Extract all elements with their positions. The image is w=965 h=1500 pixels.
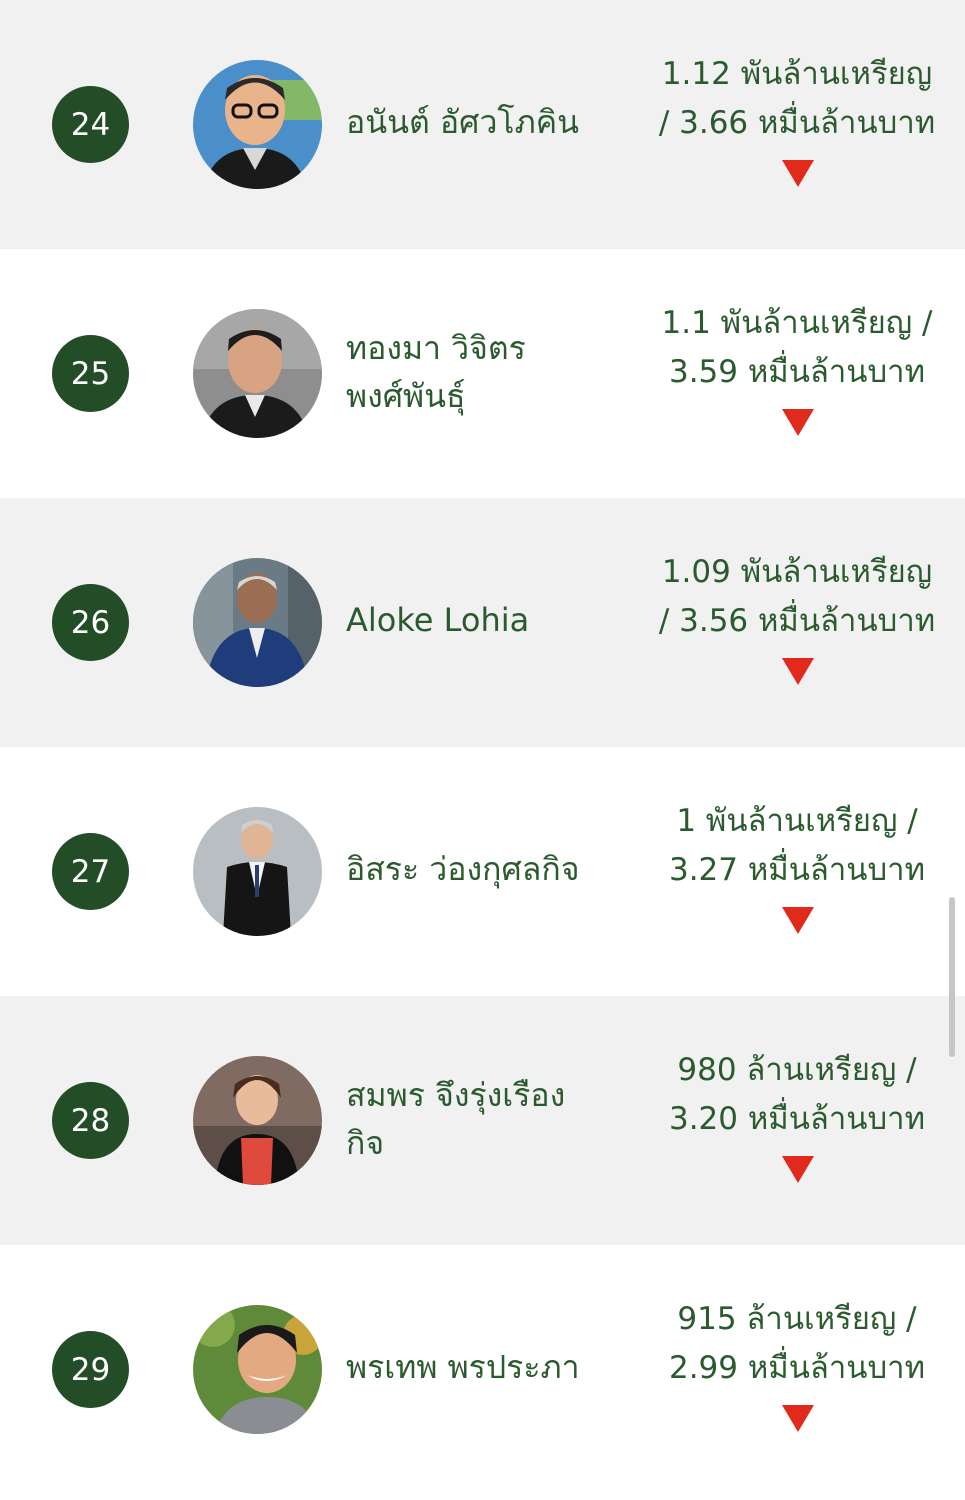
wealth-usd: 915 ล้านเหรียญ / <box>677 1301 917 1337</box>
avatar <box>193 60 322 189</box>
rank-badge: 27 <box>52 833 129 910</box>
person-name-line: พงศ์พันธุ์ <box>346 377 466 415</box>
person-name-line: กิจ <box>346 1124 385 1162</box>
person-name-line: ทองมา วิจิตร <box>346 329 526 367</box>
rank-badge: 29 <box>52 1331 129 1408</box>
triangle-down-icon <box>782 409 814 436</box>
person-name: อิสระ ว่องกุศลกิจ <box>346 845 621 893</box>
wealth-usd: 1 พันล้านเหรียญ / <box>676 803 918 839</box>
avatar <box>193 1056 322 1185</box>
person-name: ทองมา วิจิตร พงศ์พันธุ์ <box>346 324 621 420</box>
avatar <box>193 309 322 438</box>
wealth-value: 1.1 พันล้านเหรียญ / 3.59 หมื่นล้านบาท <box>632 299 962 397</box>
person-name: พรเทพ พรประภา <box>346 1343 621 1391</box>
triangle-down-icon <box>782 907 814 934</box>
wealth-usd: 1.1 พันล้านเหรียญ / <box>661 305 933 341</box>
rank-badge: 25 <box>52 335 129 412</box>
wealth-thb: 2.99 หมื่นล้านบาท <box>668 1350 926 1386</box>
triangle-down-icon <box>782 1156 814 1183</box>
wealth-value: 915 ล้านเหรียญ / 2.99 หมื่นล้านบาท <box>632 1295 962 1393</box>
avatar <box>193 807 322 936</box>
wealth-value: 1 พันล้านเหรียญ / 3.27 หมื่นล้านบาท <box>632 797 962 895</box>
ranking-row: 29 พรเทพ พรประภา 915 ล้านเหรียญ / 2.99 ห… <box>0 1245 965 1494</box>
ranking-row: 27 อิสระ ว่องกุศลกิจ 1 พันล้านเหรียญ / 3… <box>0 747 965 996</box>
person-name: Aloke Lohia <box>346 596 621 644</box>
wealth-thb: 3.59 หมื่นล้านบาท <box>668 354 926 390</box>
person-name: อนันต์ อัศวโภคิน <box>346 98 621 146</box>
ranking-row: 28 สมพร จึงรุ่งเรือง กิจ 980 ล้านเหรียญ … <box>0 996 965 1245</box>
person-name-line: พรเทพ พรประภา <box>346 1348 580 1386</box>
ranking-row: 25 ทองมา วิจิตร พงศ์พันธุ์ 1.1 พันล้านเห… <box>0 249 965 498</box>
wealth-thb: / 3.56 หมื่นล้านบาท <box>658 603 936 639</box>
wealth-usd: 980 ล้านเหรียญ / <box>677 1052 917 1088</box>
rank-badge: 28 <box>52 1082 129 1159</box>
wealth-usd: 1.09 พันล้านเหรียญ <box>661 554 933 590</box>
wealth-thb: 3.20 หมื่นล้านบาท <box>668 1101 926 1137</box>
person-name-line: อนันต์ อัศวโภคิน <box>346 103 579 141</box>
wealth-thb: 3.27 หมื่นล้านบาท <box>668 852 926 888</box>
wealth-thb: / 3.66 หมื่นล้านบาท <box>658 105 936 141</box>
person-name-line: Aloke Lohia <box>346 601 530 639</box>
rank-badge: 26 <box>52 584 129 661</box>
wealth-value: 980 ล้านเหรียญ / 3.20 หมื่นล้านบาท <box>632 1046 962 1144</box>
person-name-line: สมพร จึงรุ่งเรือง <box>346 1076 566 1114</box>
billionaire-ranking-list: 24 อนันต์ อัศวโภคิน 1.12 พันล้านเหรียญ /… <box>0 0 965 1500</box>
person-name: สมพร จึงรุ่งเรือง กิจ <box>346 1071 621 1167</box>
triangle-down-icon <box>782 658 814 685</box>
wealth-value: 1.09 พันล้านเหรียญ / 3.56 หมื่นล้านบาท <box>632 548 962 646</box>
ranking-row: 24 อนันต์ อัศวโภคิน 1.12 พันล้านเหรียญ /… <box>0 0 965 249</box>
wealth-usd: 1.12 พันล้านเหรียญ <box>661 56 933 92</box>
avatar <box>193 1305 322 1434</box>
triangle-down-icon <box>782 1405 814 1432</box>
rank-badge: 24 <box>52 86 129 163</box>
person-name-line: อิสระ ว่องกุศลกิจ <box>346 850 580 888</box>
scrollbar-thumb[interactable] <box>949 897 955 1057</box>
wealth-value: 1.12 พันล้านเหรียญ / 3.66 หมื่นล้านบาท <box>632 50 962 148</box>
ranking-row: 26 Aloke Lohia 1.09 พันล้านเหรียญ / 3.56… <box>0 498 965 747</box>
avatar <box>193 558 322 687</box>
triangle-down-icon <box>782 160 814 187</box>
